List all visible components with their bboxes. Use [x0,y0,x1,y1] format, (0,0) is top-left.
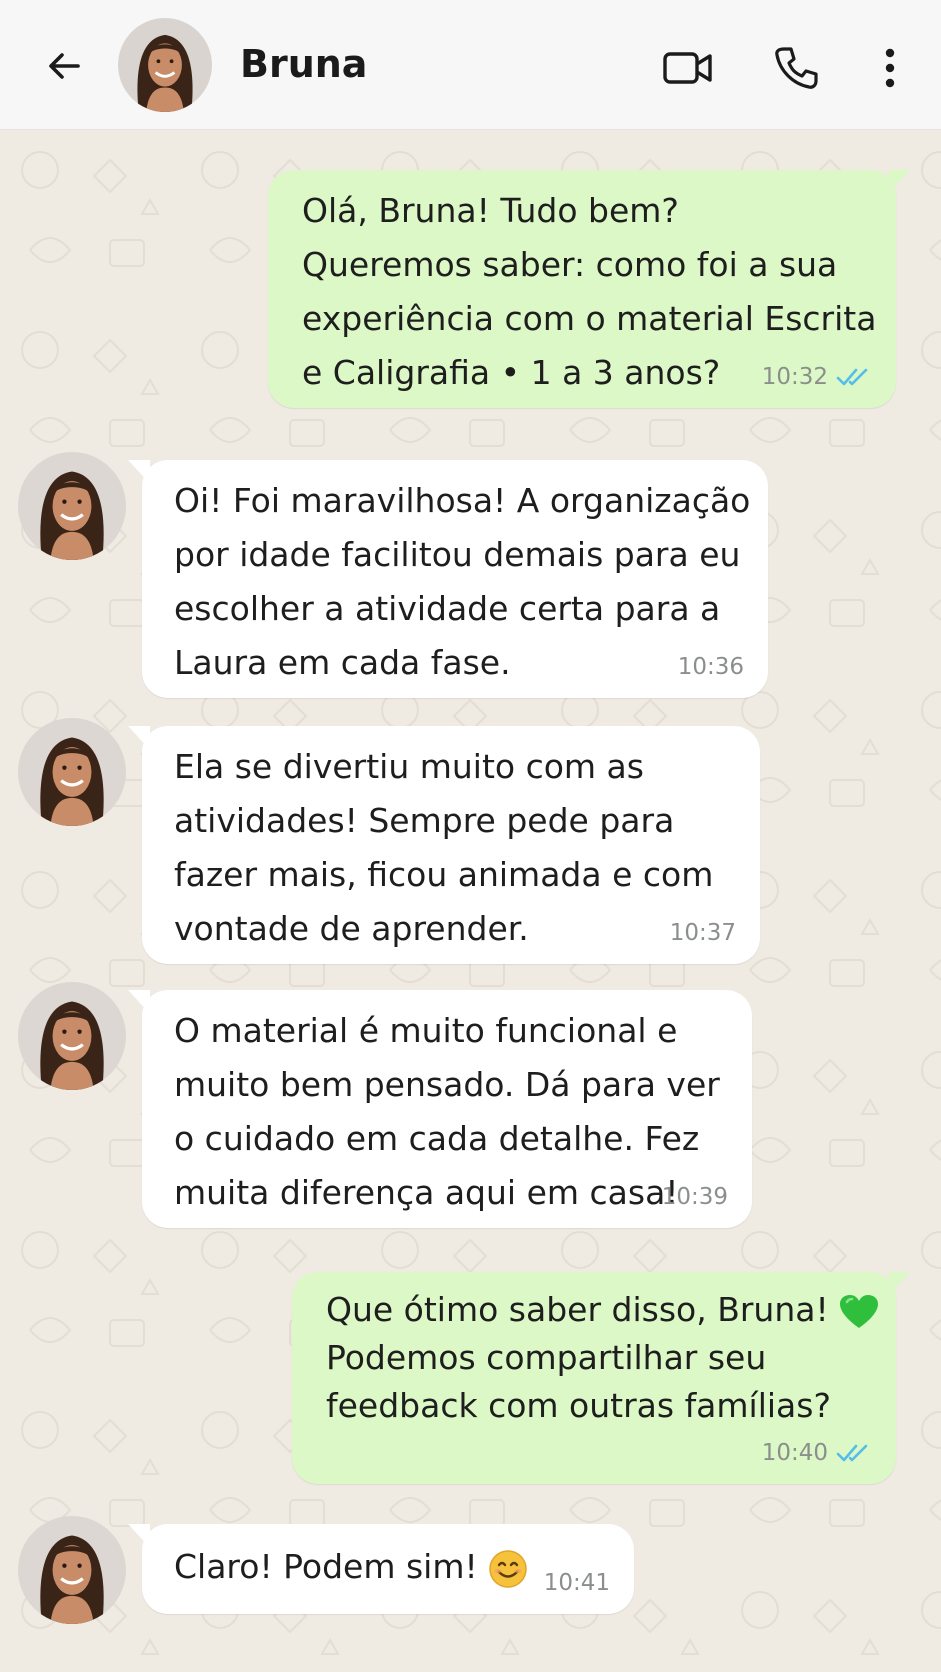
message-meta: 10:36 [678,654,744,680]
read-receipt-icon [836,1444,868,1462]
avatar-icon [18,982,126,1090]
message-bubble-incoming[interactable]: Oi! Foi maravilhosa! A organização por i… [128,460,768,698]
message-bubble-incoming[interactable]: Ela se divertiu muito com as atividades!… [128,726,760,964]
message-time: 10:32 [761,364,828,390]
message-bubble-incoming[interactable]: O material é muito funcional e muito bem… [128,990,752,1228]
message-bubble-incoming[interactable]: Claro! Podem sim! 10:41 [128,1524,634,1614]
message-meta: 10:40 [762,1440,872,1466]
message-meta: 10:41 [544,1570,610,1596]
bubble-tail [888,1272,910,1296]
read-receipt-icon [836,368,868,386]
chat-area[interactable]: Olá, Bruna! Tudo bem? Queremos saber: co… [0,130,941,1672]
message-time: 10:37 [669,920,736,946]
video-call-icon [663,52,712,84]
bubble-tail [128,990,150,1014]
contact-avatar[interactable] [118,18,212,112]
message-time: 10:41 [543,1570,610,1596]
message-text: Ela se divertiu muito com as atividades!… [174,747,714,948]
back-arrow-icon [49,53,80,79]
sender-avatar[interactable] [18,718,126,826]
message-meta: 10:39 [662,1184,728,1210]
avatar-icon [118,18,212,112]
sender-avatar[interactable] [18,1516,126,1624]
message-bubble-outgoing[interactable]: Que ótimo saber disso, Bruna! Podemos co… [292,1272,910,1484]
message-text: Oi! Foi maravilhosa! A organização por i… [174,481,751,682]
avatar-icon [18,1516,126,1624]
back-button[interactable] [36,38,92,94]
video-call-button[interactable] [660,40,716,96]
sender-avatar[interactable] [18,982,126,1090]
message-time: 10:40 [761,1440,828,1466]
chat-header: Bruna [0,0,941,130]
message-time: 10:36 [677,654,744,680]
message-bubble-outgoing[interactable]: Olá, Bruna! Tudo bem? Queremos saber: co… [268,170,910,408]
contact-name[interactable]: Bruna [240,42,367,86]
message-meta: 10:32 [762,364,872,390]
avatar-icon [18,718,126,826]
sender-avatar[interactable] [18,452,126,560]
green-heart-icon [840,1294,879,1328]
smiling-face-icon [489,1549,527,1588]
message-time: 10:39 [661,1184,728,1210]
message-text: Que ótimo saber disso, Bruna! Podemos co… [326,1286,879,1430]
message-text: O material é muito funcional e muito bem… [174,1011,720,1212]
voice-call-button[interactable] [768,40,824,96]
bubble-tail [128,726,150,750]
bubble-tail [128,460,150,484]
more-options-button[interactable] [862,40,918,96]
bubble-tail [128,1524,150,1548]
phone-icon [775,47,818,89]
more-options-icon [885,48,895,88]
message-meta: 10:37 [670,920,736,946]
bubble-tail [888,170,910,194]
avatar-icon [18,452,126,560]
